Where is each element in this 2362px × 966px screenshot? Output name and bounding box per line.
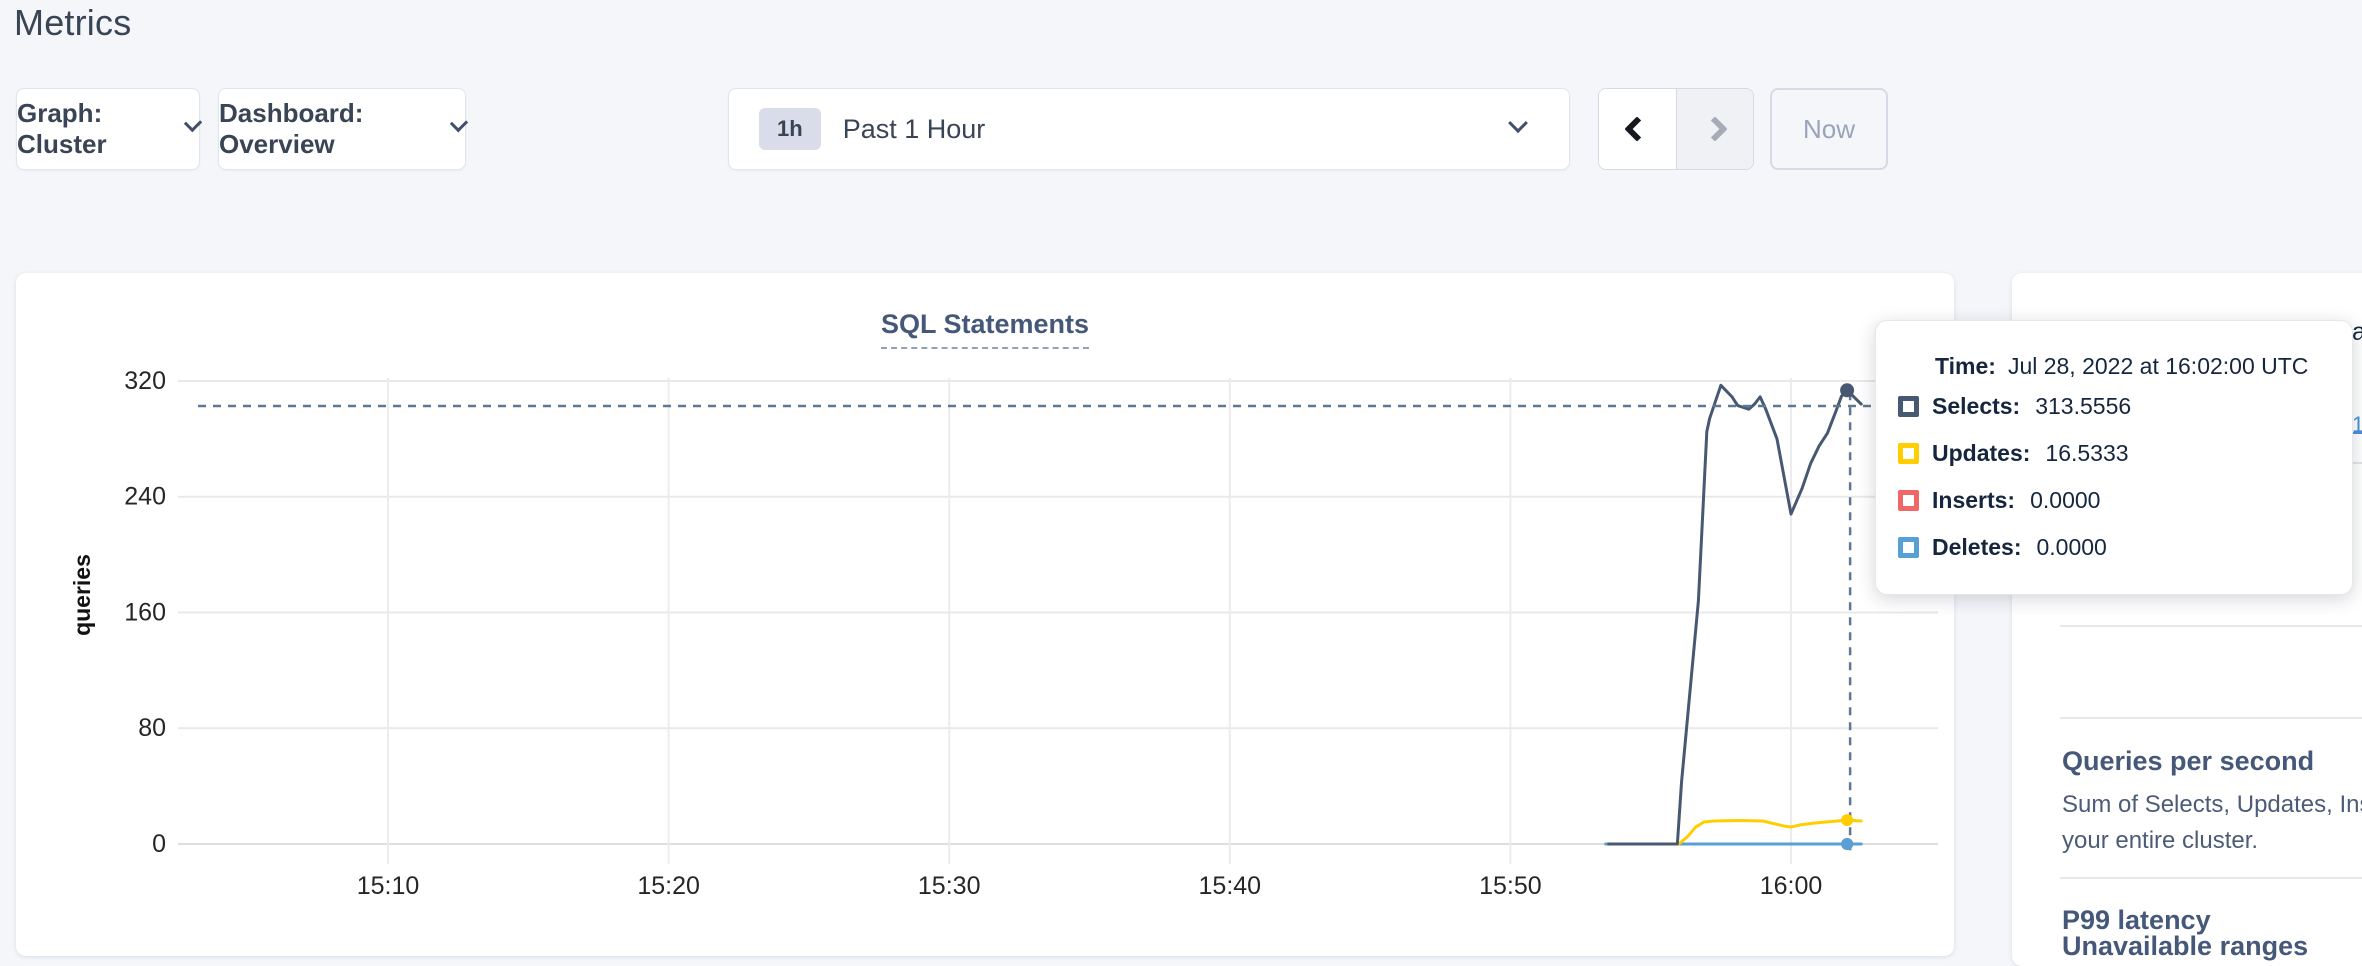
deletes-swatch-icon <box>1898 537 1919 558</box>
now-button-label: Now <box>1803 114 1855 145</box>
tooltip-time-value: Jul 28, 2022 at 16:02:00 UTC <box>2008 353 2308 380</box>
updates-swatch-icon <box>1898 443 1919 464</box>
clipped-link-fragment: 1 <box>2352 412 2362 434</box>
tooltip-time-label: Time: <box>1935 353 1996 380</box>
divider <box>2060 717 2362 719</box>
chevron-right-icon <box>1702 116 1727 141</box>
sidebar-item-queries-per-second: Queries per second <box>2062 746 2314 777</box>
divider <box>2060 877 2362 879</box>
selects-swatch-icon <box>1898 396 1919 417</box>
chevron-down-icon <box>1508 113 1528 133</box>
time-nav-group <box>1598 88 1754 170</box>
time-back-button[interactable] <box>1599 89 1677 169</box>
queries-per-second-description: Sum of Selects, Updates, Inser your enti… <box>2062 787 2362 859</box>
tooltip-time-row: Time: Jul 28, 2022 at 16:02:00 UTC <box>1935 349 2332 383</box>
graph-scope-label: Graph: Cluster <box>17 98 171 160</box>
divider <box>2060 625 2362 627</box>
clipped-text-fragment: a <box>2352 318 2362 346</box>
chevron-down-icon <box>450 114 468 132</box>
metrics-page: Metrics Graph: Cluster Dashboard: Overvi… <box>0 0 2362 966</box>
tooltip-series-row: Updates: 16.5333 <box>1898 430 2332 477</box>
sql-statements-card: SQL Statements <box>16 273 1954 956</box>
dashboard-label: Dashboard: Overview <box>219 98 437 160</box>
clipped-divider-fragment <box>2353 462 2362 464</box>
tooltip-series-row: Inserts: 0.0000 <box>1898 477 2332 524</box>
graph-scope-dropdown[interactable]: Graph: Cluster <box>16 88 200 170</box>
page-title: Metrics <box>14 2 131 44</box>
time-range-label: Past 1 Hour <box>843 114 986 145</box>
chevron-down-icon <box>184 114 203 133</box>
chart-title[interactable]: SQL Statements <box>881 309 1089 349</box>
tooltip-series-row: Deletes: 0.0000 <box>1898 524 2332 571</box>
time-range-dropdown[interactable]: 1h Past 1 Hour <box>728 88 1570 170</box>
inserts-swatch-icon <box>1898 490 1919 511</box>
time-range-badge: 1h <box>759 108 821 150</box>
chevron-left-icon <box>1625 116 1650 141</box>
now-button[interactable]: Now <box>1770 88 1888 170</box>
dashboard-dropdown[interactable]: Dashboard: Overview <box>218 88 466 170</box>
tooltip-series-row: Selects: 313.5556 <box>1898 383 2332 430</box>
sidebar-item-p99-latency: P99 latency <box>2062 905 2211 936</box>
time-forward-button[interactable] <box>1677 89 1754 169</box>
chart-hover-tooltip: Time: Jul 28, 2022 at 16:02:00 UTC Selec… <box>1875 320 2353 595</box>
